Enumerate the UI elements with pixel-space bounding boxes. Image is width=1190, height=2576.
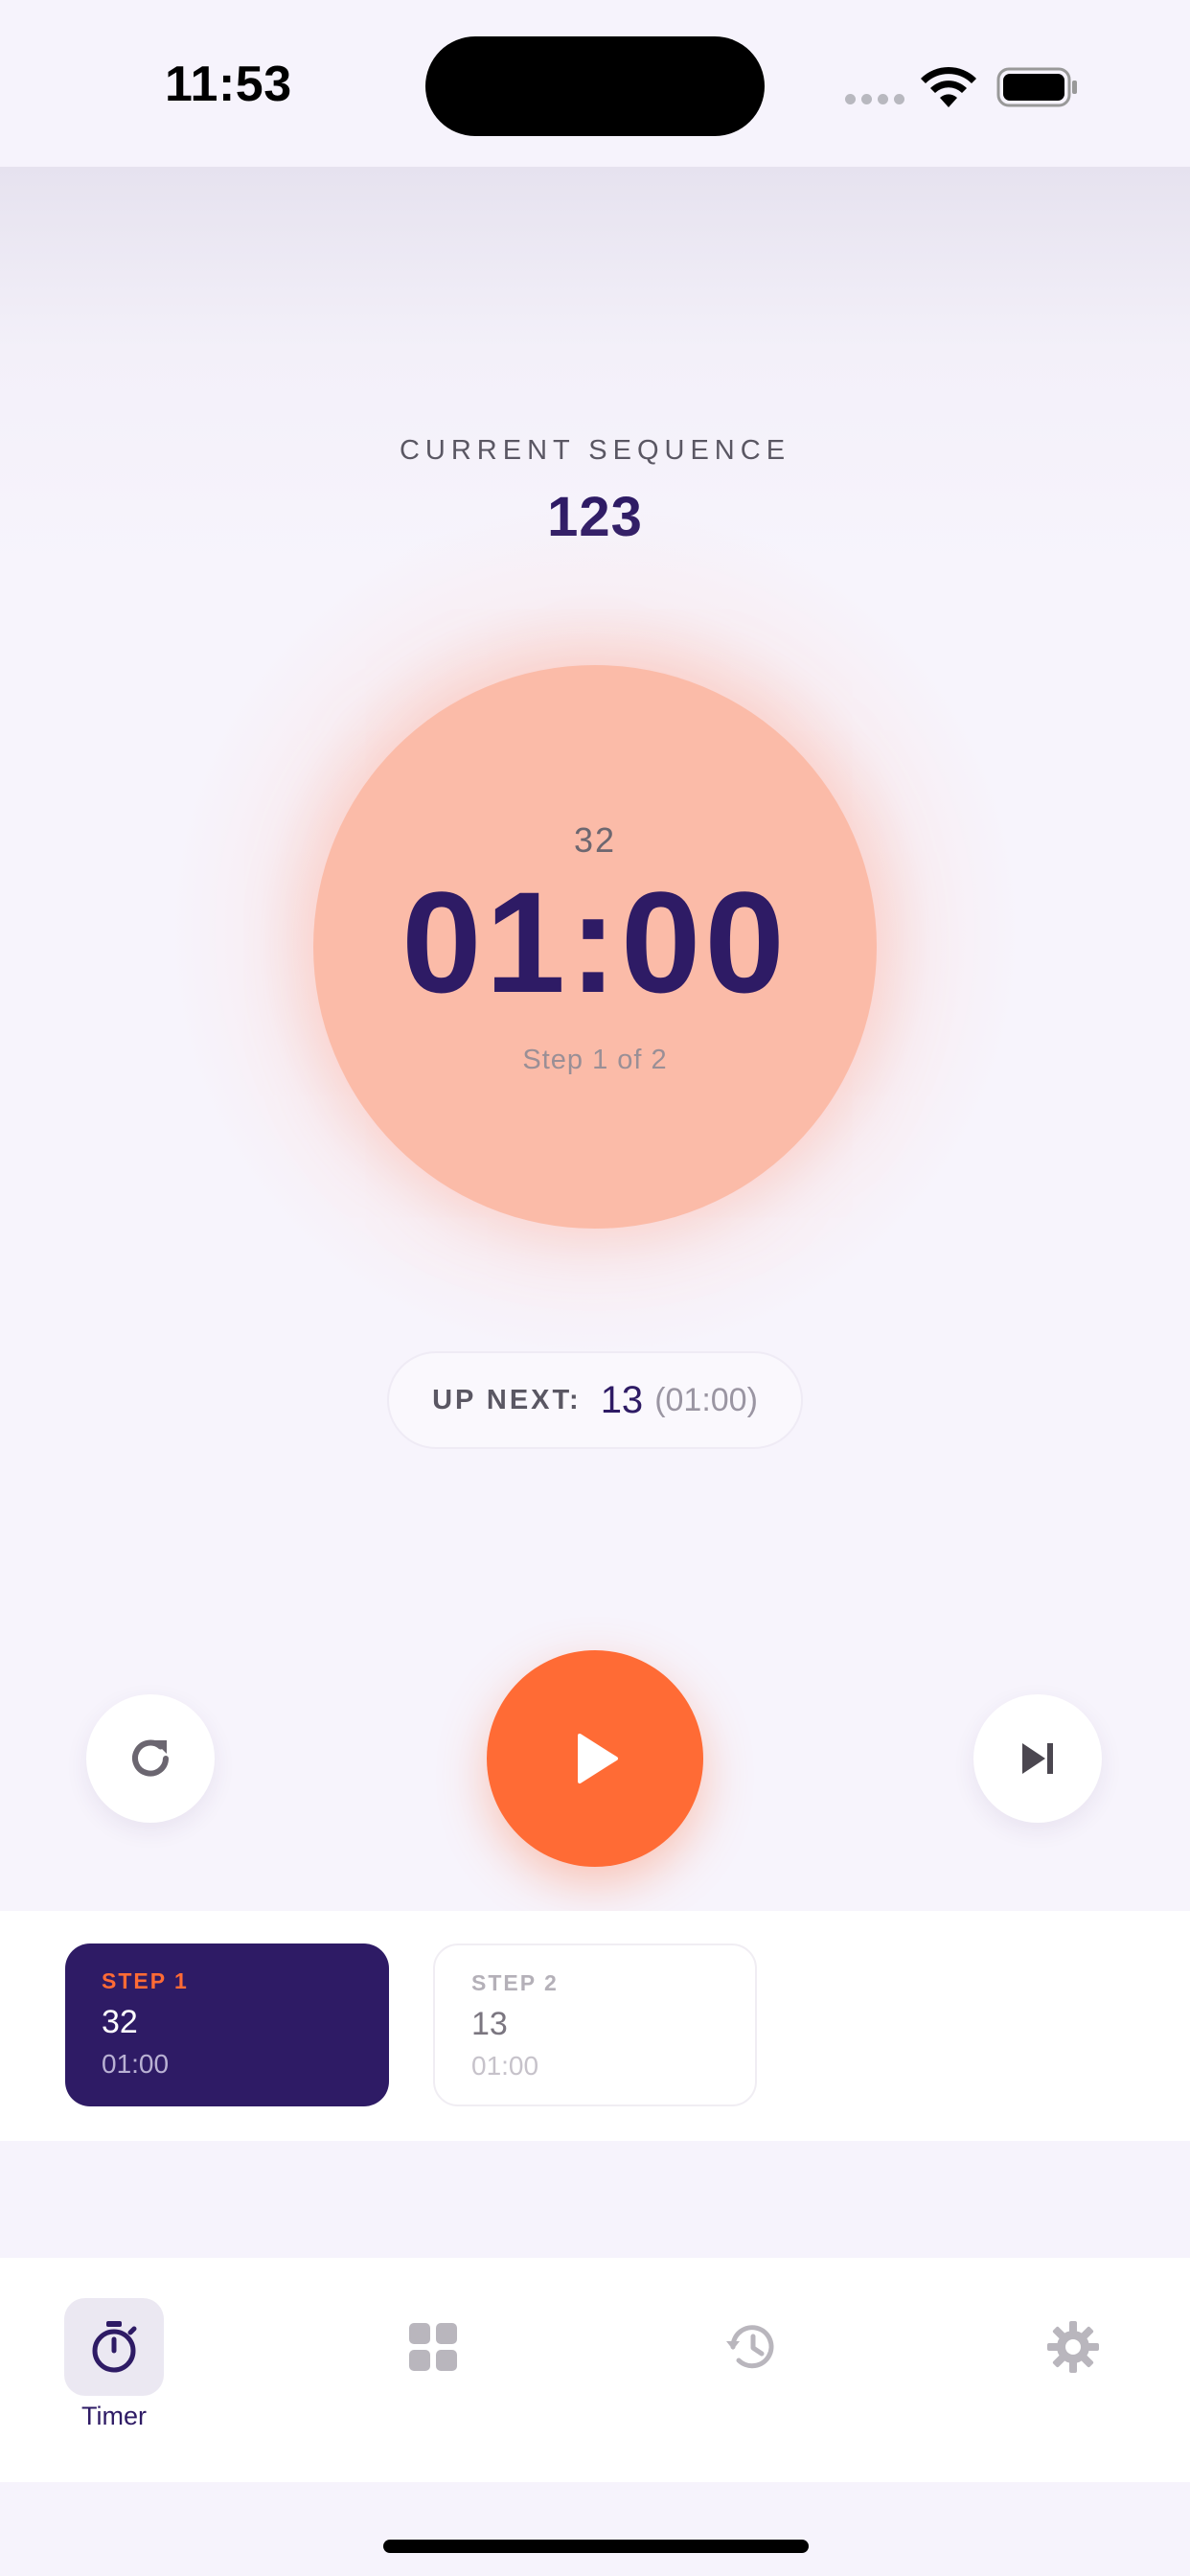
up-next-pill: UP NEXT: 13 (01:00) <box>387 1351 803 1449</box>
home-indicator <box>383 2540 809 2553</box>
step-card-label: STEP 1 <box>102 1968 189 1993</box>
time-remaining: 01:00 <box>401 862 789 1023</box>
history-icon <box>726 2325 774 2369</box>
play-icon <box>578 1734 618 1783</box>
step-card-value: 32 <box>102 2004 138 2040</box>
status-time: 11:53 <box>165 57 292 112</box>
tab-settings[interactable] <box>1023 2298 1123 2396</box>
wifi-icon <box>921 66 976 107</box>
stopwatch-icon <box>92 2321 137 2373</box>
step-card-time: 01:00 <box>102 2049 170 2079</box>
step-card-label: STEP 2 <box>471 1970 559 1995</box>
skip-next-icon <box>1022 1743 1053 1774</box>
grid-icon <box>409 2323 457 2371</box>
tab-sequences[interactable] <box>383 2298 483 2396</box>
play-button[interactable] <box>487 1650 703 1867</box>
tab-history[interactable] <box>702 2298 802 2396</box>
tab-label: Timer <box>81 2402 147 2430</box>
battery-icon <box>996 67 1077 107</box>
tab-timer[interactable]: Timer <box>64 2298 164 2431</box>
up-next-label: UP NEXT: <box>432 1384 582 1415</box>
reset-icon <box>132 1739 169 1777</box>
steps-strip: STEP 1 32 01:00 STEP 2 13 01:00 <box>0 1911 1190 2141</box>
reset-button[interactable] <box>86 1694 215 1823</box>
up-next-value: 13 <box>600 1378 644 1421</box>
status-bar: 11:53 <box>0 0 1190 167</box>
up-next-duration: (01:00) <box>654 1381 758 1418</box>
step-card-value: 13 <box>471 2006 508 2042</box>
current-sequence-label: CURRENT SEQUENCE <box>399 435 791 466</box>
skip-next-button[interactable] <box>973 1694 1102 1823</box>
step-card-1[interactable]: STEP 1 32 01:00 <box>65 1944 389 2106</box>
dynamic-island <box>425 36 765 136</box>
step-card-time: 01:00 <box>471 2051 539 2081</box>
step-progress: Step 1 of 2 <box>522 1045 668 1075</box>
current-step-value: 32 <box>573 820 617 860</box>
tab-bar: Timer <box>0 2258 1190 2482</box>
cellular-signal-icon <box>845 94 906 105</box>
gear-icon <box>1047 2321 1099 2373</box>
step-card-2[interactable]: STEP 2 13 01:00 <box>433 1944 757 2106</box>
